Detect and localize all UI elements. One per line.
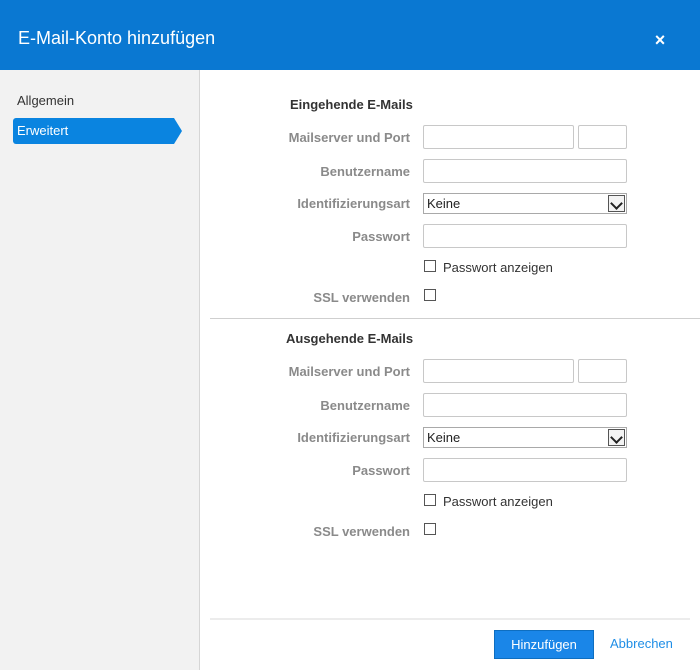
outgoing-ssl-checkbox[interactable] [424, 523, 436, 535]
dialog-title: E-Mail-Konto hinzufügen [18, 28, 216, 48]
sidebar: Allgemein Erweitert [0, 70, 200, 670]
incoming-server-label: Mailserver und Port [288, 130, 410, 145]
outgoing-username-input[interactable] [423, 393, 627, 417]
outgoing-show-password-checkbox[interactable] [424, 494, 436, 506]
incoming-auth-value: Keine [427, 196, 461, 211]
section-divider [210, 318, 700, 319]
outgoing-password-label: Passwort [352, 463, 410, 478]
cancel-button[interactable]: Abbrechen [610, 636, 673, 651]
incoming-ssl-checkbox[interactable] [424, 289, 436, 301]
incoming-password-label: Passwort [352, 229, 410, 244]
outgoing-auth-label: Identifizierungsart [297, 430, 410, 445]
close-icon[interactable]: × [650, 30, 670, 50]
incoming-username-input[interactable] [423, 159, 627, 183]
incoming-auth-select[interactable]: Keine [423, 193, 627, 214]
sidebar-item-general[interactable]: Allgemein [13, 88, 173, 114]
outgoing-password-input[interactable] [423, 458, 627, 482]
outgoing-username-label: Benutzername [320, 398, 410, 413]
incoming-show-password-label: Passwort anzeigen [443, 260, 553, 275]
outgoing-ssl-label: SSL verwenden [313, 524, 410, 539]
outgoing-server-input[interactable] [423, 359, 574, 383]
incoming-section-title: Eingehende E-Mails [290, 97, 413, 112]
chevron-down-icon[interactable] [608, 195, 625, 212]
chevron-down-icon[interactable] [608, 429, 625, 446]
incoming-auth-label: Identifizierungsart [297, 196, 410, 211]
dialog-header: E-Mail-Konto hinzufügen × [0, 0, 700, 70]
outgoing-port-input[interactable] [578, 359, 627, 383]
outgoing-auth-value: Keine [427, 430, 461, 445]
add-button[interactable]: Hinzufügen [494, 630, 594, 659]
incoming-ssl-label: SSL verwenden [313, 290, 410, 305]
outgoing-auth-select[interactable]: Keine [423, 427, 627, 448]
outgoing-section-title: Ausgehende E-Mails [286, 331, 414, 346]
incoming-server-input[interactable] [423, 125, 574, 149]
footer-divider [210, 618, 690, 620]
incoming-port-input[interactable] [578, 125, 627, 149]
incoming-show-password-checkbox[interactable] [424, 260, 436, 272]
sidebar-item-advanced[interactable]: Erweitert [13, 118, 182, 144]
outgoing-server-label: Mailserver und Port [288, 364, 410, 379]
incoming-username-label: Benutzername [320, 164, 410, 179]
incoming-password-input[interactable] [423, 224, 627, 248]
outgoing-show-password-label: Passwort anzeigen [443, 494, 553, 509]
